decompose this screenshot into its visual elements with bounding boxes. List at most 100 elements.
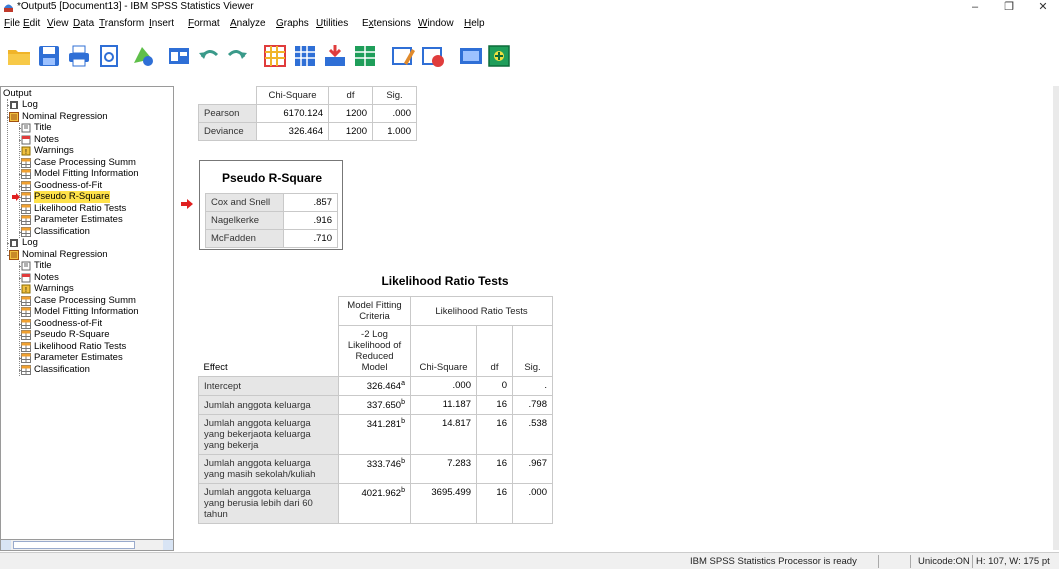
close-button[interactable]: ✕ xyxy=(1028,0,1058,16)
outline-item-label: Notes xyxy=(34,271,59,283)
lrt-ll-value: 337.650 xyxy=(366,400,402,412)
warning-icon: ! xyxy=(21,284,31,294)
outline-pane[interactable]: Output Log Nominal Regression Title Notes! Wa… xyxy=(0,86,174,550)
menu-insert[interactable]: Insert xyxy=(149,18,174,29)
print-preview-icon[interactable] xyxy=(96,43,122,69)
edit-chart-icon[interactable] xyxy=(390,43,416,69)
menu-format[interactable]: Format xyxy=(188,18,220,29)
variables-icon[interactable] xyxy=(352,43,378,69)
table-icon xyxy=(21,169,31,179)
table-icon xyxy=(21,192,31,202)
lrt-chi-value: .000 xyxy=(452,380,472,391)
warning-icon: ! xyxy=(21,146,31,156)
outline-item-label: Model Fitting Information xyxy=(34,168,139,179)
footnote-marker: a xyxy=(401,380,405,387)
outline-item-label: Pseudo R-Square xyxy=(34,329,110,340)
lrt-ll-value: 326.464 xyxy=(366,381,402,393)
svg-text:!: ! xyxy=(25,149,27,156)
outline-item-label: Log xyxy=(22,237,38,248)
menu-extensions[interactable]: Extensions xyxy=(362,18,411,29)
outline-item-label: Model Fitting Information xyxy=(34,306,139,317)
status-bar: IBM SPSS Statistics Processor is ready U… xyxy=(0,552,1059,569)
outline-item-label: Nominal Regression xyxy=(22,248,108,260)
menu-help[interactable]: Help xyxy=(464,18,485,29)
save-icon[interactable] xyxy=(36,43,62,69)
lrt-ll-value: 333.746 xyxy=(366,459,402,471)
lrt-header-chi: Chi-Square xyxy=(410,325,477,377)
minimize-button[interactable]: – xyxy=(960,0,990,16)
outline-horizontal-scrollbar[interactable] xyxy=(0,539,174,551)
footnote-marker: b xyxy=(401,458,405,466)
pseudo-value: .710 xyxy=(283,229,338,248)
designate-window-icon[interactable] xyxy=(420,43,446,69)
footnote-marker: b xyxy=(401,399,405,407)
lrt-chi-value: 11.187 xyxy=(442,399,471,411)
open-folder-icon[interactable] xyxy=(6,43,32,69)
table-row: Cox and Snell .857 xyxy=(205,193,338,212)
outline-item-label: Classification xyxy=(34,225,90,237)
outline-item-label: Goodness-of-Fit xyxy=(34,317,103,329)
restore-button[interactable]: ❐ xyxy=(994,0,1024,16)
table-row: Intercept 326.464a .000 0. xyxy=(198,375,553,397)
table-icon xyxy=(21,226,31,237)
lrt-header-effect: Effect xyxy=(198,296,339,377)
lrt-effect-label: Jumlah anggota keluarga yang masih sekol… xyxy=(204,458,316,481)
goto-case-icon[interactable] xyxy=(292,43,318,69)
recall-dialog-icon[interactable] xyxy=(166,43,192,69)
table-icon xyxy=(21,157,31,168)
export-icon[interactable] xyxy=(130,43,156,69)
lrt-header-df: df xyxy=(476,325,513,377)
lrt-df-value: 0 xyxy=(501,380,507,391)
log-icon xyxy=(10,101,18,109)
table-icon xyxy=(21,341,31,352)
menu-data[interactable]: Data xyxy=(73,18,94,29)
scroll-right-arrow-icon[interactable] xyxy=(163,540,173,550)
pseudo-r-square-title: Pseudo R-Square xyxy=(221,171,323,185)
svg-text:!: ! xyxy=(25,287,27,294)
lrt-effect-label: Jumlah anggota keluarga yang bekerjaota … xyxy=(204,418,311,452)
lrt-df-value: 16 xyxy=(496,418,507,430)
menu-view[interactable]: View xyxy=(47,18,69,29)
output-content-pane[interactable]: Chi-Square df Sig. Pearson 6170.124 1200… xyxy=(180,86,1054,550)
pseudo-row-label: Nagelkerke xyxy=(205,211,284,230)
table-icon xyxy=(21,295,31,306)
table-icon xyxy=(21,180,31,191)
menu-window[interactable]: Window xyxy=(418,18,454,29)
menu-transform[interactable]: Transform xyxy=(99,18,144,29)
content-vertical-scrollbar[interactable] xyxy=(1053,86,1059,550)
table-icon xyxy=(21,307,31,317)
menu-edit[interactable]: Edit xyxy=(23,18,40,29)
outline-item-label: Pseudo R-Square xyxy=(34,191,110,203)
scroll-thumb[interactable] xyxy=(13,541,135,549)
show-all-icon[interactable] xyxy=(458,43,484,69)
likelihood-ratio-tests-table: Effect Model Fitting Criteria Likelihood… xyxy=(198,296,553,525)
lrt-sig-value: .000 xyxy=(528,487,548,499)
menu-file[interactable]: File xyxy=(4,18,20,29)
pseudo-r-square-box[interactable]: Pseudo R-Square Cox and Snell .857 Nagel… xyxy=(199,160,343,250)
lrt-chi-value: 14.817 xyxy=(441,418,471,430)
lrt-df-value: 16 xyxy=(496,487,507,499)
undo-icon[interactable] xyxy=(196,43,222,69)
lrt-effect-label: Jumlah anggota keluarga yang berusia leb… xyxy=(204,487,313,521)
insert-cases-icon[interactable] xyxy=(322,43,348,69)
outline-item-label: Likelihood Ratio Tests xyxy=(34,202,127,214)
pseudo-row-label: Cox and Snell xyxy=(205,193,284,212)
outline-item-label: Log xyxy=(22,99,38,110)
scroll-left-arrow-icon[interactable] xyxy=(1,540,11,550)
menu-graphs[interactable]: Graphs xyxy=(276,18,309,29)
table-icon xyxy=(21,353,31,363)
outline-item-label: Notes xyxy=(34,133,59,145)
lrt-df-value: 16 xyxy=(496,458,507,470)
print-icon[interactable] xyxy=(66,43,92,69)
insert-output-icon[interactable] xyxy=(486,43,512,69)
table-icon xyxy=(21,215,31,225)
menu-analyze[interactable]: Analyze xyxy=(230,18,266,29)
outline-item-label: Warnings xyxy=(34,283,74,294)
menu-utilities[interactable]: Utilities xyxy=(316,18,348,29)
footnote-marker: b xyxy=(401,487,405,495)
table-icon xyxy=(21,203,31,214)
table-row: Deviance 326.464 1200 1.000 xyxy=(198,122,417,141)
goto-data-icon[interactable] xyxy=(262,43,288,69)
redo-icon[interactable] xyxy=(224,43,250,69)
pseudo-r-square-table: Cox and Snell .857 Nagelkerke .916 McFad… xyxy=(205,193,338,248)
